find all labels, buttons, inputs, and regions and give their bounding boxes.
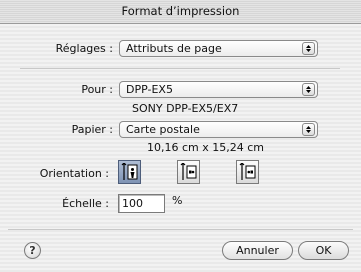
help-icon: ? (29, 244, 36, 257)
printer-popup-value: DPP-EX5 (126, 83, 173, 96)
separator (8, 229, 353, 230)
printer-description: SONY DPP-EX5/EX7 (132, 102, 239, 115)
paper-popup-value: Carte postale (126, 123, 200, 136)
orientation-landscape-reversed-button[interactable] (236, 160, 259, 184)
cancel-button-label: Annuler (236, 244, 279, 257)
scale-input[interactable]: 100 (118, 194, 165, 213)
scale-label: Échelle : (62, 197, 109, 210)
printer-popup[interactable]: DPP-EX5 (119, 81, 318, 98)
orientation-label: Orientation : (39, 167, 109, 180)
ok-button-label: OK (315, 244, 332, 257)
popup-arrows-icon (302, 123, 315, 136)
paper-label: Papier : (71, 123, 113, 136)
separator (20, 68, 340, 69)
popup-arrows-icon (302, 42, 315, 55)
scale-unit: % (172, 194, 183, 207)
paper-popup[interactable]: Carte postale (119, 121, 318, 138)
settings-popup[interactable]: Attributs de page (119, 40, 318, 57)
page-setup-dialog: Format d’impression Réglages : Attributs… (0, 0, 361, 272)
settings-popup-value: Attributs de page (126, 42, 222, 55)
settings-label: Réglages : (55, 42, 113, 55)
help-button[interactable]: ? (24, 242, 41, 259)
paper-dimensions: 10,16 cm x 15,24 cm (147, 141, 265, 154)
ok-button[interactable]: OK (298, 241, 349, 260)
popup-arrows-icon (302, 83, 315, 96)
window-title: Format d’impression (121, 4, 240, 18)
orientation-portrait-button[interactable] (118, 160, 141, 184)
orientation-landscape-button[interactable] (177, 160, 200, 184)
cancel-button[interactable]: Annuler (222, 241, 293, 260)
title-bar: Format d’impression (0, 0, 361, 24)
printer-label: Pour : (81, 83, 113, 96)
